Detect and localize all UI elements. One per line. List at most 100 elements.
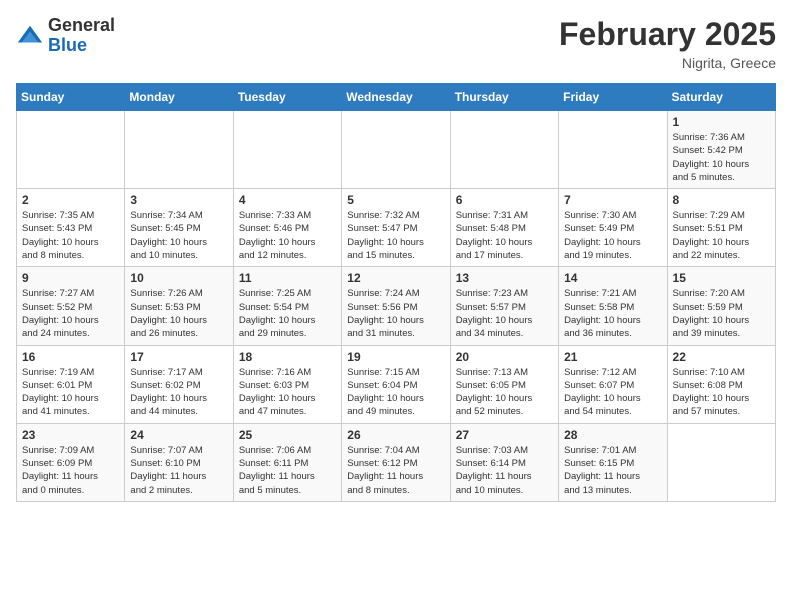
calendar-cell: 21Sunrise: 7:12 AM Sunset: 6:07 PM Dayli… — [559, 345, 667, 423]
day-info: Sunrise: 7:16 AM Sunset: 6:03 PM Dayligh… — [239, 366, 336, 419]
day-number: 7 — [564, 193, 661, 207]
day-number: 1 — [673, 115, 770, 129]
day-number: 18 — [239, 350, 336, 364]
calendar-week-3: 9 Sunrise: 7:27 AM Sunset: 5:52 PM Daylig… — [17, 267, 776, 345]
calendar-cell: 25 Sunrise: 7:06 AM Sunset: 6:11 PM Dayli… — [233, 423, 341, 501]
calendar-cell: 27 Sunrise: 7:03 AM Sunset: 6:14 PM Dayli… — [450, 423, 558, 501]
logo: General Blue — [16, 16, 115, 56]
day-number: 10 — [130, 271, 227, 285]
day-info: Sunrise: 7:09 AM Sunset: 6:09 PM Dayligh… — [22, 444, 119, 497]
day-number: 24 — [130, 428, 227, 442]
calendar-cell: 11 Sunrise: 7:25 AM Sunset: 5:54 PM Dayli… — [233, 267, 341, 345]
calendar-cell: 7 Sunrise: 7:30 AM Sunset: 5:49 PM Daylig… — [559, 189, 667, 267]
day-number: 4 — [239, 193, 336, 207]
day-number: 22 — [673, 350, 770, 364]
calendar-cell: 8 Sunrise: 7:29 AM Sunset: 5:51 PM Daylig… — [667, 189, 775, 267]
calendar-week-2: 2 Sunrise: 7:35 AM Sunset: 5:43 PM Daylig… — [17, 189, 776, 267]
day-info: Sunrise: 7:06 AM Sunset: 6:11 PM Dayligh… — [239, 444, 336, 497]
day-number: 5 — [347, 193, 444, 207]
day-info: Sunrise: 7:15 AM Sunset: 6:04 PM Dayligh… — [347, 366, 444, 419]
day-info: Sunrise: 7:21 AM Sunset: 5:58 PM Dayligh… — [564, 287, 661, 340]
day-number: 28 — [564, 428, 661, 442]
calendar-cell — [125, 111, 233, 189]
calendar-cell: 2 Sunrise: 7:35 AM Sunset: 5:43 PM Daylig… — [17, 189, 125, 267]
day-number: 2 — [22, 193, 119, 207]
day-info: Sunrise: 7:26 AM Sunset: 5:53 PM Dayligh… — [130, 287, 227, 340]
day-number: 20 — [456, 350, 553, 364]
calendar-cell — [450, 111, 558, 189]
calendar-cell: 12 Sunrise: 7:24 AM Sunset: 5:56 PM Dayli… — [342, 267, 450, 345]
day-number: 16 — [22, 350, 119, 364]
day-info: Sunrise: 7:25 AM Sunset: 5:54 PM Dayligh… — [239, 287, 336, 340]
calendar-cell: 22 Sunrise: 7:10 AM Sunset: 6:08 PM Dayli… — [667, 345, 775, 423]
calendar-cell: 17 Sunrise: 7:17 AM Sunset: 6:02 PM Dayli… — [125, 345, 233, 423]
day-info: Sunrise: 7:23 AM Sunset: 5:57 PM Dayligh… — [456, 287, 553, 340]
calendar-cell — [667, 423, 775, 501]
logo-blue: Blue — [48, 35, 87, 55]
calendar-cell: 20 Sunrise: 7:13 AM Sunset: 6:05 PM Dayli… — [450, 345, 558, 423]
calendar-header-thursday: Thursday — [450, 84, 558, 111]
day-number: 27 — [456, 428, 553, 442]
calendar-cell: 15Sunrise: 7:20 AM Sunset: 5:59 PM Dayli… — [667, 267, 775, 345]
day-info: Sunrise: 7:10 AM Sunset: 6:08 PM Dayligh… — [673, 366, 770, 419]
day-number: 14 — [564, 271, 661, 285]
calendar-cell: 28 Sunrise: 7:01 AM Sunset: 6:15 PM Dayli… — [559, 423, 667, 501]
day-info: Sunrise: 7:03 AM Sunset: 6:14 PM Dayligh… — [456, 444, 553, 497]
calendar-header-tuesday: Tuesday — [233, 84, 341, 111]
month-year: February 2025 — [559, 16, 776, 53]
day-info: Sunrise: 7:01 AM Sunset: 6:15 PM Dayligh… — [564, 444, 661, 497]
calendar-header-row: SundayMondayTuesdayWednesdayThursdayFrid… — [17, 84, 776, 111]
day-info: Sunrise: 7:33 AM Sunset: 5:46 PM Dayligh… — [239, 209, 336, 262]
day-info: Sunrise: 7:17 AM Sunset: 6:02 PM Dayligh… — [130, 366, 227, 419]
day-info: Sunrise: 7:32 AM Sunset: 5:47 PM Dayligh… — [347, 209, 444, 262]
day-info: Sunrise: 7:35 AM Sunset: 5:43 PM Dayligh… — [22, 209, 119, 262]
calendar-cell: 26Sunrise: 7:04 AM Sunset: 6:12 PM Dayli… — [342, 423, 450, 501]
calendar-cell: 1 Sunrise: 7:36 AM Sunset: 5:42 PM Daylig… — [667, 111, 775, 189]
calendar-cell — [233, 111, 341, 189]
day-number: 13 — [456, 271, 553, 285]
calendar-cell: 3Sunrise: 7:34 AM Sunset: 5:45 PM Daylig… — [125, 189, 233, 267]
calendar-week-5: 23 Sunrise: 7:09 AM Sunset: 6:09 PM Dayli… — [17, 423, 776, 501]
calendar-header-saturday: Saturday — [667, 84, 775, 111]
calendar-cell: 9 Sunrise: 7:27 AM Sunset: 5:52 PM Daylig… — [17, 267, 125, 345]
day-number: 8 — [673, 193, 770, 207]
day-number: 25 — [239, 428, 336, 442]
calendar-cell — [342, 111, 450, 189]
location: Nigrita, Greece — [559, 55, 776, 71]
day-number: 23 — [22, 428, 119, 442]
calendar-cell: 23 Sunrise: 7:09 AM Sunset: 6:09 PM Dayli… — [17, 423, 125, 501]
day-number: 3 — [130, 193, 227, 207]
day-info: Sunrise: 7:04 AM Sunset: 6:12 PM Dayligh… — [347, 444, 444, 497]
day-number: 6 — [456, 193, 553, 207]
day-number: 11 — [239, 271, 336, 285]
day-number: 9 — [22, 271, 119, 285]
calendar-cell: 16 Sunrise: 7:19 AM Sunset: 6:01 PM Dayli… — [17, 345, 125, 423]
calendar-header-monday: Monday — [125, 84, 233, 111]
day-number: 19 — [347, 350, 444, 364]
page-header: General Blue February 2025 Nigrita, Gree… — [16, 16, 776, 71]
day-info: Sunrise: 7:29 AM Sunset: 5:51 PM Dayligh… — [673, 209, 770, 262]
day-info: Sunrise: 7:20 AM Sunset: 5:59 PM Dayligh… — [673, 287, 770, 340]
calendar-header-sunday: Sunday — [17, 84, 125, 111]
calendar-cell: 6Sunrise: 7:31 AM Sunset: 5:48 PM Daylig… — [450, 189, 558, 267]
calendar-cell — [559, 111, 667, 189]
day-number: 17 — [130, 350, 227, 364]
day-number: 12 — [347, 271, 444, 285]
day-info: Sunrise: 7:24 AM Sunset: 5:56 PM Dayligh… — [347, 287, 444, 340]
day-info: Sunrise: 7:19 AM Sunset: 6:01 PM Dayligh… — [22, 366, 119, 419]
calendar-cell: 10 Sunrise: 7:26 AM Sunset: 5:53 PM Dayli… — [125, 267, 233, 345]
logo-icon — [16, 22, 44, 50]
day-info: Sunrise: 7:13 AM Sunset: 6:05 PM Dayligh… — [456, 366, 553, 419]
logo-general: General — [48, 15, 115, 35]
calendar-cell: 4 Sunrise: 7:33 AM Sunset: 5:46 PM Daylig… — [233, 189, 341, 267]
logo-text: General Blue — [48, 16, 115, 56]
day-info: Sunrise: 7:30 AM Sunset: 5:49 PM Dayligh… — [564, 209, 661, 262]
calendar: SundayMondayTuesdayWednesdayThursdayFrid… — [16, 83, 776, 502]
calendar-cell: 13 Sunrise: 7:23 AM Sunset: 5:57 PM Dayli… — [450, 267, 558, 345]
calendar-week-4: 16 Sunrise: 7:19 AM Sunset: 6:01 PM Dayli… — [17, 345, 776, 423]
title-block: February 2025 Nigrita, Greece — [559, 16, 776, 71]
calendar-header-friday: Friday — [559, 84, 667, 111]
day-info: Sunrise: 7:36 AM Sunset: 5:42 PM Dayligh… — [673, 131, 770, 184]
day-info: Sunrise: 7:27 AM Sunset: 5:52 PM Dayligh… — [22, 287, 119, 340]
calendar-cell: 14 Sunrise: 7:21 AM Sunset: 5:58 PM Dayli… — [559, 267, 667, 345]
